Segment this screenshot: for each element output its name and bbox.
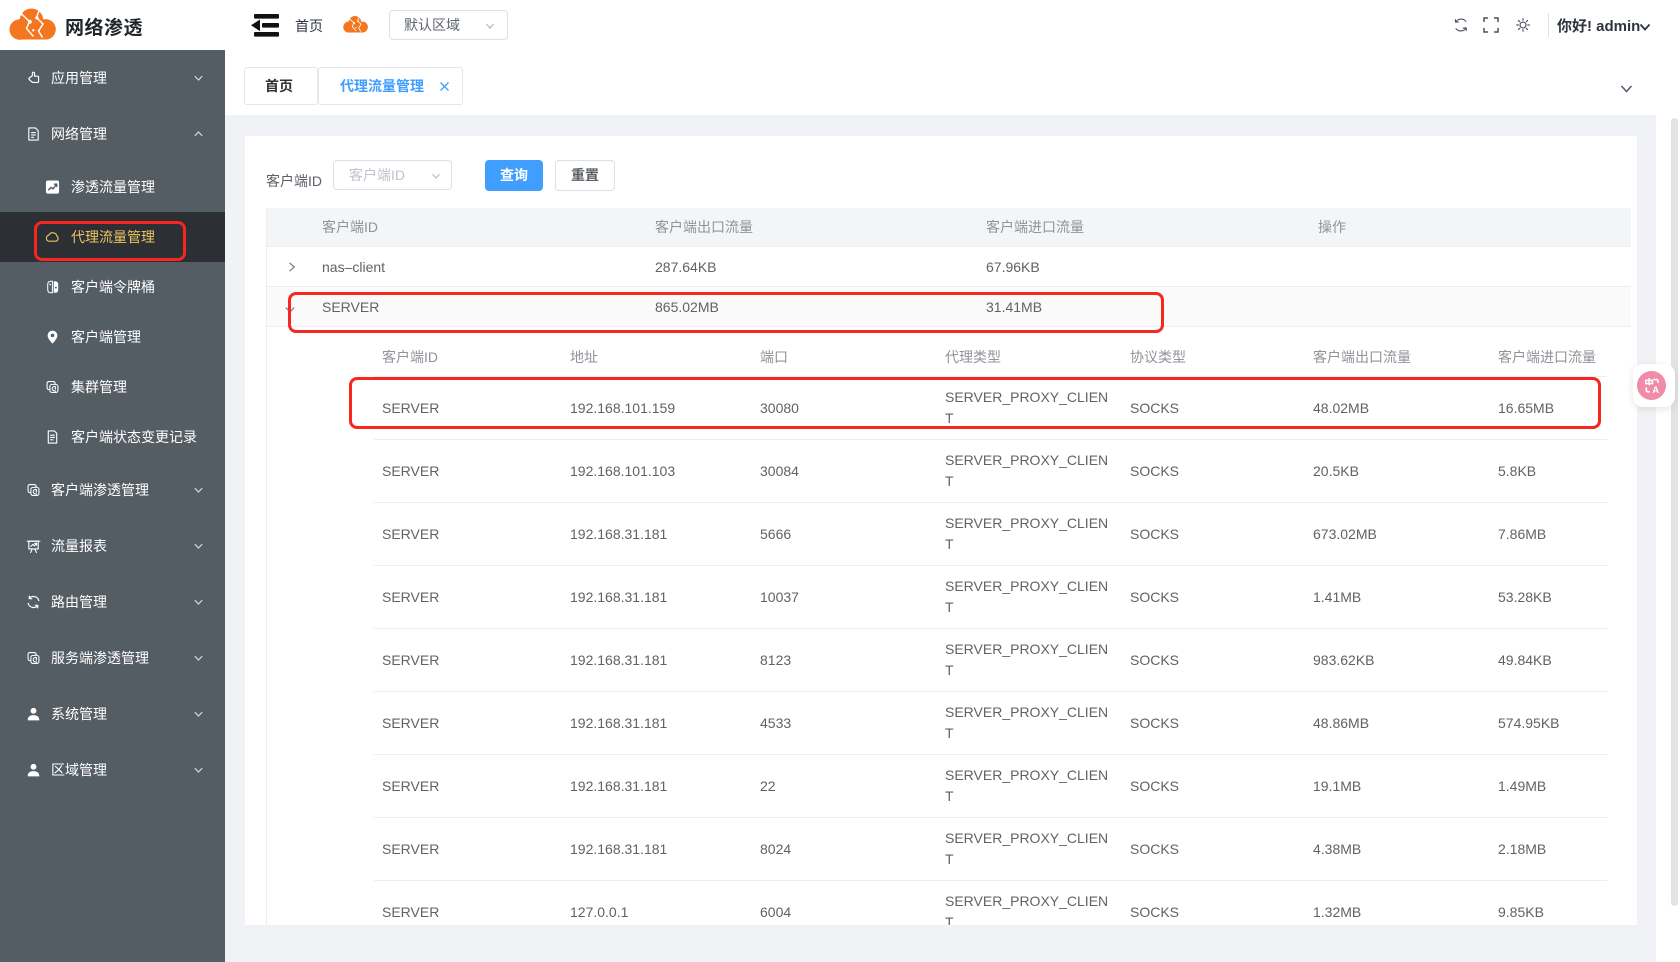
svg-text:A: A [1652, 385, 1659, 396]
